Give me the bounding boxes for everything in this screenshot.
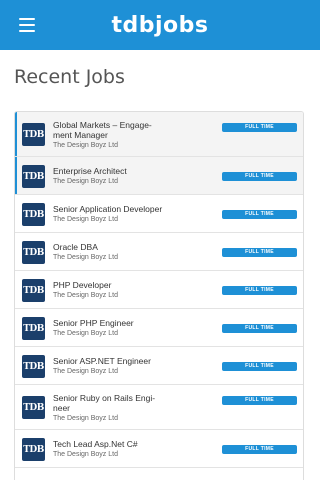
company-logo-text: TDB (23, 323, 44, 334)
job-company: The Design Boyz Ltd (53, 451, 118, 458)
company-logo: TDB (22, 203, 45, 226)
job-title[interactable]: Tech Lead Asp.Net C# (53, 439, 173, 449)
company-logo: TDB (22, 279, 45, 302)
job-title[interactable]: PHP Developer (53, 280, 173, 290)
job-title[interactable]: Senior Application Developer (53, 204, 173, 214)
job-title[interactable]: Senior ASP.NET Engineer (53, 356, 173, 366)
job-company: The Design Boyz Ltd (53, 216, 118, 223)
job-list-item[interactable]: TDB Enterprise Architect The Design Boyz L… (15, 157, 303, 195)
job-info: Senior Ruby on Rails Engi- neer The Desig… (53, 393, 173, 423)
job-info: Senior ASP.NET Engineer The Design Boyz L… (53, 356, 173, 376)
hamburger-menu-icon[interactable] (19, 18, 35, 32)
job-title[interactable]: Oracle DBA (53, 242, 173, 252)
job-list-item[interactable]: TDB Global Markets – Engage- ment Manager… (15, 112, 303, 157)
job-info: PHP Developer The Design Boyz Ltd (53, 280, 173, 300)
job-type-badge: FULL TIME (222, 248, 297, 257)
job-company: The Design Boyz Ltd (53, 142, 118, 149)
menu-line (19, 24, 35, 26)
company-logo-text: TDB (23, 361, 44, 372)
company-logo: TDB (22, 355, 45, 378)
company-logo: TDB (22, 241, 45, 264)
job-type-badge: FULL TIME (222, 123, 297, 132)
company-logo-text: TDB (23, 247, 44, 258)
job-info: Senior Application Developer The Design B… (53, 204, 173, 224)
job-type-badge: FULL TIME (222, 286, 297, 295)
job-list-item[interactable]: TDB Senior ASP.NET Engineer The Design Boy… (15, 347, 303, 385)
job-type-badge: FULL TIME (222, 362, 297, 371)
job-title[interactable]: Global Markets – Engage- ment Manager (53, 120, 173, 140)
app-title[interactable]: tdbjobs (111, 13, 208, 38)
page-title: Recent Jobs (14, 66, 125, 88)
job-list-item[interactable]: TDB Tech Lead Asp.Net C# The Design Boyz L… (15, 430, 303, 468)
job-type-badge: FULL TIME (222, 445, 297, 454)
company-logo-text: TDB (23, 402, 44, 413)
job-type-badge: FULL TIME (222, 396, 297, 405)
company-logo-text: TDB (23, 285, 44, 296)
job-company: The Design Boyz Ltd (53, 254, 118, 261)
job-type-badge: FULL TIME (222, 172, 297, 181)
job-info: Senior PHP Engineer The Design Boyz Ltd (53, 318, 173, 338)
job-list: TDB Global Markets – Engage- ment Manager… (14, 111, 304, 480)
job-list-item[interactable]: TDB Senior Application Developer The Desig… (15, 195, 303, 233)
menu-line (19, 30, 35, 32)
job-title[interactable]: Enterprise Architect (53, 166, 173, 176)
company-logo: TDB (22, 438, 45, 461)
job-title[interactable]: Senior Ruby on Rails Engi- neer (53, 393, 173, 413)
company-logo-text: TDB (23, 209, 44, 220)
company-logo: TDB (22, 317, 45, 340)
company-logo-text: TDB (23, 171, 44, 182)
job-company: The Design Boyz Ltd (53, 178, 118, 185)
job-info: Global Markets – Engage- ment Manager The… (53, 120, 173, 150)
job-info: Enterprise Architect The Design Boyz Ltd (53, 166, 173, 186)
company-logo-text: TDB (23, 444, 44, 455)
job-list-item[interactable]: TDB Oracle DBA The Design Boyz Ltd FULL TIM… (15, 233, 303, 271)
job-list-item[interactable]: TDB Senior Ruby on Rails Engi- neer The De… (15, 385, 303, 430)
job-company: The Design Boyz Ltd (53, 330, 118, 337)
company-logo-text: TDB (23, 129, 44, 140)
company-logo: TDB (22, 123, 45, 146)
company-logo: TDB (22, 165, 45, 188)
menu-line (19, 18, 35, 20)
job-company: The Design Boyz Ltd (53, 368, 118, 375)
app-bar: tdbjobs (0, 0, 320, 50)
job-title[interactable]: Senior PHP Engineer (53, 318, 173, 328)
job-company: The Design Boyz Ltd (53, 415, 118, 422)
job-info: Oracle DBA The Design Boyz Ltd (53, 242, 173, 262)
job-list-item[interactable]: TDB Senior PHP Engineer The Design Boyz Lt… (15, 309, 303, 347)
job-type-badge: FULL TIME (222, 210, 297, 219)
job-info: Tech Lead Asp.Net C# The Design Boyz Ltd (53, 439, 173, 459)
company-logo: TDB (22, 396, 45, 419)
job-type-badge: FULL TIME (222, 324, 297, 333)
job-company: The Design Boyz Ltd (53, 292, 118, 299)
job-list-item[interactable]: TDB PHP Developer The Design Boyz Ltd FULL … (15, 271, 303, 309)
